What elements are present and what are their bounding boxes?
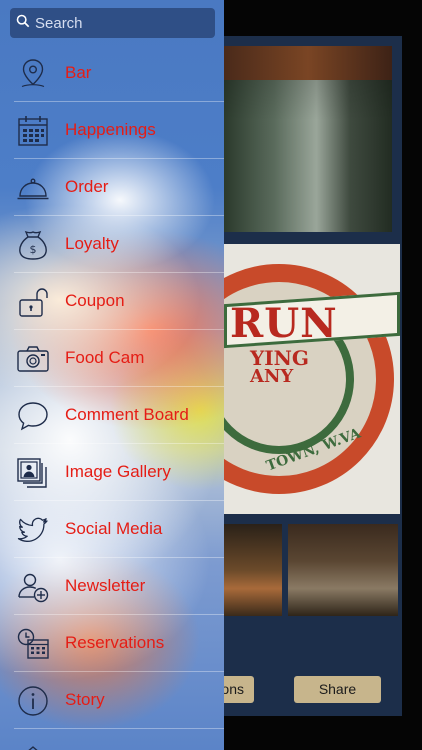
- calendar-icon: [16, 114, 50, 148]
- logo-line-3: ANY: [250, 366, 294, 387]
- photos-icon: [16, 456, 50, 490]
- gallery-thumbnail-2[interactable]: [288, 524, 398, 616]
- menu-item-loyalty[interactable]: $ Loyalty: [0, 216, 224, 273]
- unlock-icon: [16, 285, 50, 319]
- home-icon: [16, 741, 50, 750]
- clock-calendar-icon: [16, 627, 50, 661]
- menu-item-reservations[interactable]: Reservations: [0, 615, 224, 672]
- menu-item-label: Comment Board: [65, 405, 189, 424]
- menu-item-label: Social Media: [65, 519, 163, 538]
- gallery-thumbnail-1[interactable]: [224, 524, 282, 616]
- svg-text:$: $: [30, 243, 37, 256]
- menu-item-label: Reservations: [65, 633, 165, 652]
- menu-item-comment-board[interactable]: Comment Board: [0, 387, 224, 444]
- map-pin-icon: [16, 57, 50, 91]
- menu-item-newsletter[interactable]: Newsletter: [0, 558, 224, 615]
- menu-item-label: Story: [65, 690, 105, 709]
- menu-item-label: Newsletter: [65, 576, 146, 595]
- share-button[interactable]: Share: [294, 676, 381, 703]
- logo-title: RUN: [230, 300, 338, 347]
- menu-item-label: Image Gallery: [65, 462, 171, 481]
- add-user-icon: [16, 570, 50, 604]
- menu-item-label: Food Cam: [65, 348, 145, 367]
- search-icon: [16, 14, 30, 33]
- side-menu: Search Bar Happenings Order $ Loyalty Co…: [0, 0, 224, 750]
- speech-bubble-icon: [16, 399, 50, 433]
- menu-item-coupon[interactable]: Coupon: [0, 273, 224, 330]
- search-input[interactable]: Search: [35, 15, 83, 32]
- menu-item-label: Coupon: [65, 291, 125, 310]
- money-bag-icon: $: [16, 228, 50, 262]
- brewery-logo: RUN YING ANY TOWN, W.VA: [224, 244, 400, 514]
- camera-icon: [16, 342, 50, 376]
- menu-item-partial[interactable]: [0, 729, 224, 750]
- menu-item-bar[interactable]: Bar: [0, 45, 224, 102]
- menu-item-story[interactable]: Story: [0, 672, 224, 729]
- venue-photo[interactable]: [224, 46, 392, 232]
- search-bar[interactable]: Search: [10, 8, 215, 38]
- info-icon: [16, 684, 50, 718]
- menu-item-label: Bar: [65, 63, 92, 82]
- menu-item-label: Loyalty: [65, 234, 119, 253]
- menu-item-order[interactable]: Order: [0, 159, 224, 216]
- cloche-icon: [16, 171, 50, 205]
- menu-item-food-cam[interactable]: Food Cam: [0, 330, 224, 387]
- menu-item-happenings[interactable]: Happenings: [0, 102, 224, 159]
- menu-item-social-media[interactable]: Social Media: [0, 501, 224, 558]
- menu-item-image-gallery[interactable]: Image Gallery: [0, 444, 224, 501]
- menu-item-label: Order: [65, 177, 109, 196]
- bird-icon: [16, 513, 50, 547]
- menu-item-label: Happenings: [65, 120, 156, 139]
